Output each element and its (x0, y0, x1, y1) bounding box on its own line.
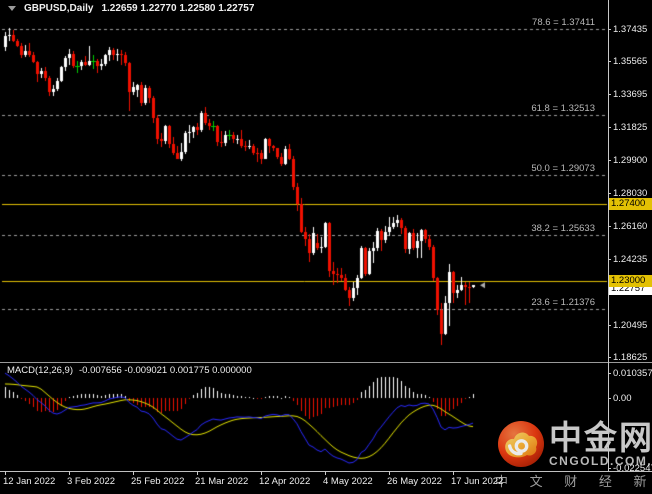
time-axis-label: 26 May 2022 (387, 476, 442, 487)
fib-level-label: 38.2 = 1.25633 (531, 223, 595, 234)
price-axis-tick (608, 127, 611, 128)
price-axis-label: 1.33695 (613, 89, 648, 100)
time-axis-tick (197, 471, 198, 475)
price-axis-tick (608, 61, 611, 62)
time-axis-label: 25 Feb 2022 (131, 476, 185, 487)
time-axis-tick (5, 471, 6, 475)
fib-level-label: 50.0 = 1.29073 (531, 163, 595, 174)
macd-axis-label: 0.010357 (613, 368, 652, 379)
price-axis-label: 1.31825 (613, 122, 648, 133)
price-axis-tick (608, 357, 611, 358)
price-axis-tick (608, 226, 611, 227)
price-axis-label: 1.20495 (613, 320, 648, 331)
price-axis-tick (608, 259, 611, 260)
macd-axis-label: -0.022547 (613, 463, 652, 474)
time-axis-label: 3 Feb 2022 (67, 476, 116, 487)
time-axis-label: 12 Apr 2022 (259, 476, 311, 487)
macd-values: -0.007656 -0.009021 0.001775 0.000000 (79, 365, 252, 376)
price-axis-tick (608, 193, 611, 194)
macd-indicator-label: MACD(12,26,9) -0.007656 -0.009021 0.00177… (7, 365, 252, 376)
time-axis-tick (261, 471, 262, 475)
price-axis-label: 1.18625 (613, 352, 648, 363)
macd-axis-tick (608, 398, 611, 399)
watermark: 中金网 CNGOLD.COM.CN 中 文 财 经 新 媒 体 (495, 419, 652, 490)
time-axis-tick (69, 471, 70, 475)
price-axis-label: 1.26160 (613, 221, 648, 232)
chart-menu-arrow-icon[interactable] (8, 6, 16, 11)
cngold-logo-icon (497, 420, 545, 468)
macd-pane-separator[interactable] (0, 362, 652, 363)
time-axis-label: 21 Mar 2022 (195, 476, 249, 487)
price-axis-tick (608, 29, 611, 30)
price-axis-tick (608, 160, 611, 161)
hline-price-box: 1.27400 (609, 198, 652, 210)
price-axis-tick (608, 94, 611, 95)
ohlc-values-label: 1.22659 1.22770 1.22580 1.22757 (101, 3, 255, 14)
hline-price-box: 1.23000 (609, 275, 652, 287)
watermark-brand-text: 中金网 (549, 419, 652, 456)
symbol-period-label: GBPUSD,Daily (24, 3, 94, 14)
time-axis-tick (325, 471, 326, 475)
price-axis-tick (608, 325, 611, 326)
macd-axis-tick (608, 373, 611, 374)
macd-axis-label: 0.00 (613, 393, 632, 404)
mt4-chart-window: 中金网 CNGOLD.COM.CN 中 文 财 经 新 媒 体 GBPUSD,D… (0, 0, 652, 494)
chart-header: GBPUSD,Daily 1.22659 1.22770 1.22580 1.2… (8, 3, 254, 14)
fib-level-label: 78.6 = 1.37411 (532, 17, 595, 28)
time-axis-tick (453, 471, 454, 475)
time-axis-tick (133, 471, 134, 475)
fib-level-label: 23.6 = 1.21376 (531, 297, 595, 308)
price-axis-label: 1.35565 (613, 56, 648, 67)
macd-axis-tick (608, 468, 611, 469)
fib-level-label: 61.8 = 1.32513 (531, 103, 595, 114)
price-axis-label: 1.24235 (613, 254, 648, 265)
price-axis-label: 1.29900 (613, 155, 648, 166)
time-axis-tick (389, 471, 390, 475)
time-axis-label: 4 May 2022 (323, 476, 373, 487)
price-axis-line[interactable] (608, 0, 609, 471)
time-axis-label: 17 Jun 2022 (451, 476, 504, 487)
price-axis-label: 1.37435 (613, 24, 648, 35)
time-axis-label: 12 Jan 2022 (3, 476, 56, 487)
macd-name: MACD(12,26,9) (7, 365, 73, 376)
